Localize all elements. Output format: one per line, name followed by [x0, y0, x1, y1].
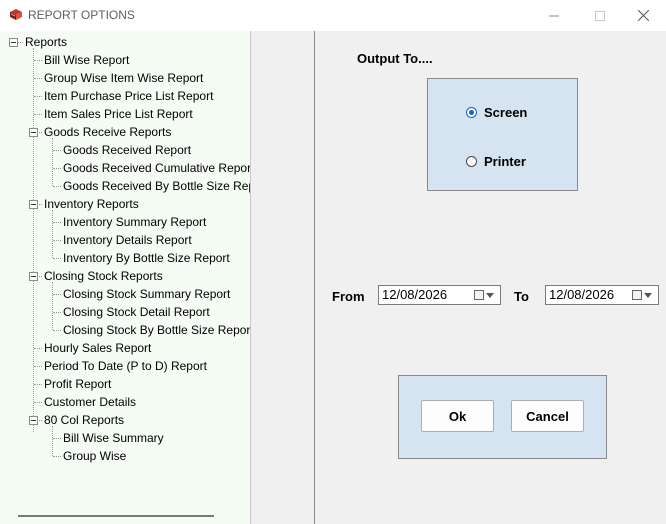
tree-connector: [52, 282, 53, 330]
chevron-down-icon: [486, 293, 494, 298]
horizontal-scrollbar-thumb[interactable]: [18, 515, 214, 517]
tree-item-closing-stock-bottle-size[interactable]: Closing Stock By Bottle Size Report: [63, 321, 250, 339]
collapse-icon[interactable]: [9, 38, 18, 47]
tree-node-80-col-reports[interactable]: 80 Col Reports: [44, 411, 124, 429]
maximize-icon: [595, 10, 605, 21]
collapse-icon[interactable]: [29, 128, 38, 137]
tree-connector: [53, 168, 61, 169]
tree-connector: [39, 132, 42, 133]
title-bar: REPORT OPTIONS: [0, 0, 666, 31]
maximize-button[interactable]: [577, 0, 623, 31]
tree-connector: [34, 384, 42, 385]
tree-connector: [53, 222, 61, 223]
tree-connector: [34, 348, 42, 349]
tree-connector: [53, 150, 61, 151]
tree-connector: [52, 426, 53, 456]
to-date-picker[interactable]: 12/08/2026: [545, 285, 659, 305]
tree-item-item-purchase-price-list[interactable]: Item Purchase Price List Report: [44, 87, 213, 105]
tree-item-inventory-details[interactable]: Inventory Details Report: [63, 231, 192, 249]
from-label: From: [332, 289, 365, 304]
tree-connector: [53, 330, 61, 331]
close-icon: [637, 10, 649, 21]
tree-connector: [18, 42, 23, 43]
printer-label: Printer: [484, 154, 526, 169]
tree-item-goods-received-report[interactable]: Goods Received Report: [63, 141, 191, 159]
tree-item-customer-details[interactable]: Customer Details: [44, 393, 136, 411]
chevron-down-icon: [644, 293, 652, 298]
tree-connector: [34, 402, 42, 403]
tree-connector: [52, 138, 53, 186]
tree-item-item-sales-price-list[interactable]: Item Sales Price List Report: [44, 105, 193, 123]
screen-label: Screen: [484, 105, 528, 120]
collapse-icon[interactable]: [29, 200, 38, 209]
from-date-picker[interactable]: 12/08/2026: [378, 285, 501, 305]
tree-connector: [53, 312, 61, 313]
tree-connector: [53, 456, 61, 457]
tree-connector: [33, 48, 34, 432]
tree-item-bill-wise-report[interactable]: Bill Wise Report: [44, 51, 129, 69]
tree-connector: [34, 78, 42, 79]
tree-connector: [39, 420, 42, 421]
minimize-button[interactable]: [531, 0, 577, 31]
calendar-icon: [632, 290, 642, 300]
tree-node-reports[interactable]: Reports: [25, 33, 67, 51]
tree-connector: [53, 294, 61, 295]
screen-radio[interactable]: Screen: [466, 105, 527, 120]
tree-item-closing-stock-summary[interactable]: Closing Stock Summary Report: [63, 285, 230, 303]
tree-connector: [39, 276, 42, 277]
window-title: REPORT OPTIONS: [28, 8, 135, 22]
to-date-value: 12/08/2026: [549, 287, 615, 302]
radio-checked-icon: [466, 107, 477, 118]
report-book-icon: [10, 9, 22, 20]
tree-connector: [53, 186, 61, 187]
tree-connector: [34, 60, 42, 61]
tree-connector: [52, 210, 53, 258]
tree-connector: [34, 114, 42, 115]
radio-unchecked-icon: [466, 156, 477, 167]
tree-connector: [34, 96, 42, 97]
cancel-button[interactable]: Cancel: [511, 400, 584, 432]
output-options-box: Screen Printer: [427, 78, 578, 191]
tree-item-group-wise-item-wise-report[interactable]: Group Wise Item Wise Report: [44, 69, 203, 87]
tree-item-group-wise[interactable]: Group Wise: [63, 447, 126, 465]
tree-connector: [53, 258, 61, 259]
close-button[interactable]: [620, 0, 666, 31]
tree-item-hourly-sales[interactable]: Hourly Sales Report: [44, 339, 151, 357]
tree-item-bill-wise-summary[interactable]: Bill Wise Summary: [63, 429, 164, 447]
to-label: To: [514, 289, 529, 304]
tree-connector: [53, 438, 61, 439]
tree-node-inventory-reports[interactable]: Inventory Reports: [44, 195, 139, 213]
tree-item-inventory-bottle-size[interactable]: Inventory By Bottle Size Report: [63, 249, 230, 267]
collapse-icon[interactable]: [29, 272, 38, 281]
minimize-icon: [549, 15, 559, 16]
tree-connector: [53, 240, 61, 241]
ok-button[interactable]: Ok: [421, 400, 494, 432]
action-buttons-box: Ok Cancel: [398, 375, 607, 459]
tree-connector: [34, 366, 42, 367]
tree-item-goods-received-cumulative[interactable]: Goods Received Cumulative Report: [63, 159, 250, 177]
report-tree[interactable]: Reports Bill Wise Report Group Wise Item…: [0, 31, 251, 524]
printer-radio[interactable]: Printer: [466, 154, 526, 169]
tree-item-profit-report[interactable]: Profit Report: [44, 375, 111, 393]
tree-node-closing-stock-reports[interactable]: Closing Stock Reports: [44, 267, 163, 285]
options-panel: Output To.... Screen Printer From 12/08/…: [314, 31, 666, 524]
tree-item-goods-received-bottle-size[interactable]: Goods Received By Bottle Size Report: [63, 177, 250, 195]
tree-connector: [39, 204, 42, 205]
output-to-label: Output To....: [357, 51, 433, 66]
tree-item-inventory-summary[interactable]: Inventory Summary Report: [63, 213, 206, 231]
tree-item-period-to-date[interactable]: Period To Date (P to D) Report: [44, 357, 207, 375]
from-date-value: 12/08/2026: [382, 287, 448, 302]
calendar-icon: [474, 290, 484, 300]
collapse-icon[interactable]: [29, 416, 38, 425]
tree-node-goods-receive-reports[interactable]: Goods Receive Reports: [44, 123, 171, 141]
tree-item-closing-stock-detail[interactable]: Closing Stock Detail Report: [63, 303, 210, 321]
